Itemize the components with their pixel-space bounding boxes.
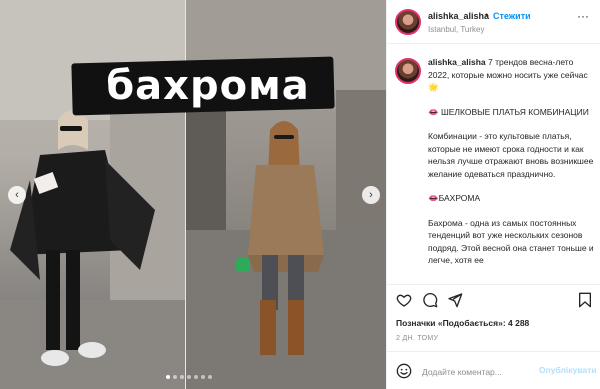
carousel-dot: [180, 375, 184, 379]
carousel-dot: [187, 375, 191, 379]
carousel-dot: [166, 375, 170, 379]
more-options-icon[interactable]: ···: [577, 9, 589, 23]
comment-icon: [423, 293, 438, 308]
follow-button[interactable]: Стежити: [493, 11, 531, 21]
fringe-jacket-woman-illustration: [0, 0, 185, 389]
caption-section2-title: 👄БАХРОМА: [428, 193, 481, 203]
carousel-dot: [208, 375, 212, 379]
carousel-dot: [201, 375, 205, 379]
chevron-right-icon: ›: [369, 189, 373, 201]
save-button[interactable]: [577, 292, 593, 308]
image-title: бахрома: [106, 63, 310, 109]
carousel-prev-button[interactable]: ‹: [8, 186, 26, 204]
header-separator: •: [485, 10, 489, 20]
carousel-dot: [194, 375, 198, 379]
photo-left: [0, 0, 185, 389]
avatar[interactable]: [395, 9, 421, 35]
photo-divider: [185, 0, 186, 389]
caption-section1-title: 👄 ШЕЛКОВЫЕ ПЛАТЬЯ КОМБИНАЦИИ: [428, 106, 589, 117]
caption-username[interactable]: alishka_alisha: [428, 57, 486, 67]
post-timestamp[interactable]: 2 ДН. ТОМУ: [396, 335, 438, 342]
post-sidebar: alishka_alisha • Стежити Istanbul, Turke…: [386, 0, 600, 389]
heart-icon: [396, 294, 412, 307]
likes-count[interactable]: Позначки «Подобається»: 4 288: [396, 318, 529, 328]
bookmark-icon: [579, 292, 591, 308]
carousel-indicator: [166, 375, 212, 379]
caption-body: alishka_alisha 7 трендов весна-лето 2022…: [428, 56, 595, 279]
post-location[interactable]: Istanbul, Turkey: [428, 25, 484, 34]
post-caption: alishka_alisha 7 трендов весна-лето 2022…: [395, 56, 595, 284]
carousel-dot: [173, 375, 177, 379]
chevron-left-icon: ‹: [15, 189, 19, 201]
post-media[interactable]: бахрома ‹ ›: [0, 0, 386, 389]
publish-button[interactable]: Опублікувати: [539, 365, 596, 375]
share-button[interactable]: [447, 292, 463, 308]
smiley-icon: [396, 363, 412, 379]
caption-section1-text: Комбинации - это культовые платья, котор…: [428, 131, 594, 179]
action-bar: [387, 284, 600, 314]
comment-button[interactable]: [422, 292, 438, 308]
comment-input[interactable]: [422, 365, 532, 379]
comment-bar: Опублікувати: [387, 351, 600, 389]
author-username[interactable]: alishka_alisha: [428, 11, 489, 21]
post-header: alishka_alisha • Стежити Istanbul, Turke…: [387, 0, 600, 44]
caption-intro: alishka_alisha 7 трендов весна-лето 2022…: [428, 56, 595, 94]
caption-section2-text: Бахрома - одна из самых постоянных тенде…: [428, 217, 594, 266]
like-button[interactable]: [396, 292, 412, 308]
send-icon: [448, 293, 463, 308]
carousel-next-button[interactable]: ›: [362, 186, 380, 204]
caption-avatar[interactable]: [395, 58, 421, 84]
emoji-button[interactable]: [396, 363, 412, 379]
